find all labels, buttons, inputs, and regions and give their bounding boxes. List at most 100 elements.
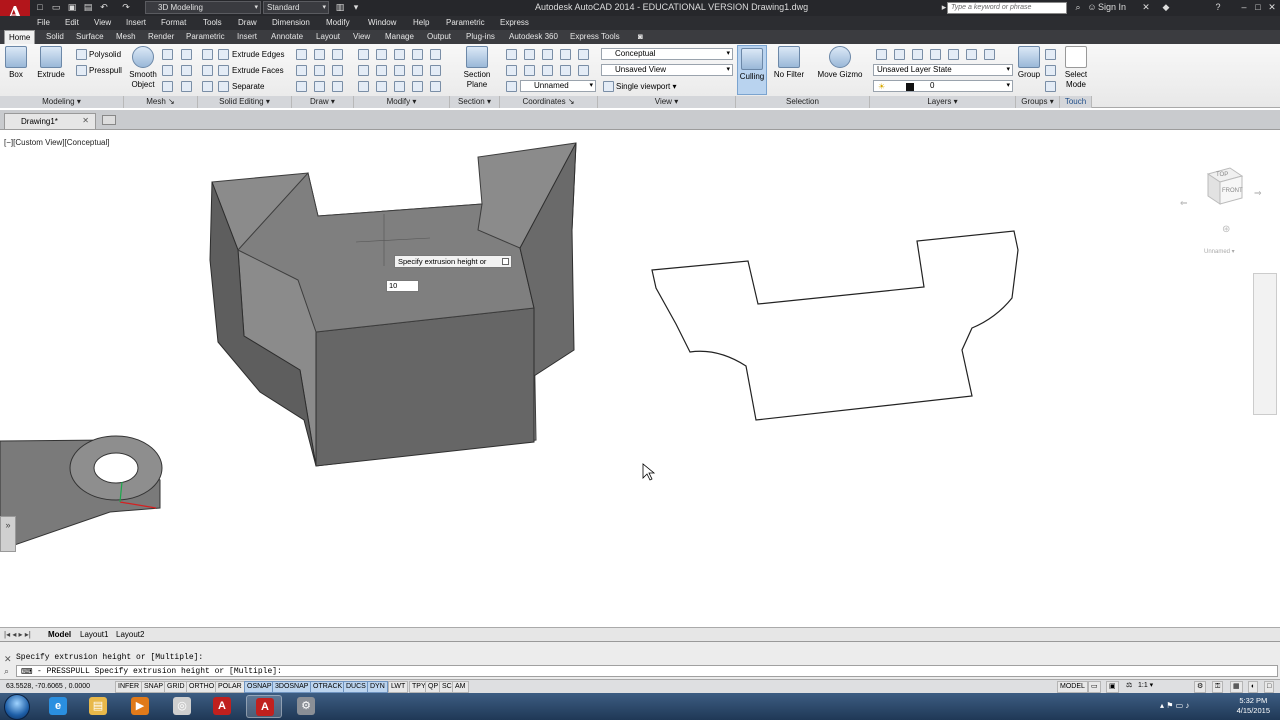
box-button[interactable]: Box <box>4 46 28 79</box>
ucs-y-icon[interactable] <box>578 49 589 60</box>
join-icon[interactable] <box>412 81 423 92</box>
rectangle-icon[interactable] <box>314 81 325 92</box>
move-gizmo-button[interactable]: Move Gizmo <box>816 46 864 79</box>
mesh-tool-icon[interactable] <box>162 65 173 76</box>
no-filter-button[interactable]: No Filter <box>772 46 806 79</box>
extrusion-height-input[interactable]: 10 <box>386 280 419 292</box>
tab-mesh[interactable]: Mesh <box>116 32 136 41</box>
status-toggle-3dosnap[interactable]: 3DOSNAP <box>272 681 312 693</box>
ucs-face-icon[interactable] <box>524 65 535 76</box>
menu-format[interactable]: Format <box>161 18 186 27</box>
layer-tool-icon[interactable] <box>966 49 977 60</box>
menu-express[interactable]: Express <box>500 18 529 27</box>
ucs-view-icon[interactable] <box>542 65 553 76</box>
modify-panel-title[interactable]: Modify ▾ <box>354 96 450 108</box>
tab-annotate[interactable]: Annotate <box>271 32 303 41</box>
tab-autodesk-360[interactable]: Autodesk 360 <box>509 32 558 41</box>
quick-access-more-icon[interactable]: ▾ <box>350 2 362 13</box>
maximize-icon[interactable]: □ <box>1252 2 1264 13</box>
selection-panel-title[interactable]: Selection <box>736 96 870 108</box>
status-toggle-otrack[interactable]: OTRACK <box>310 681 346 693</box>
compass-icon[interactable]: ⊛ <box>1222 224 1230 235</box>
hatch-icon[interactable] <box>296 81 307 92</box>
minimize-icon[interactable]: – <box>1238 2 1250 13</box>
tab-view[interactable]: View <box>353 32 370 41</box>
ucs-object-icon[interactable] <box>578 65 589 76</box>
menu-view[interactable]: View <box>94 18 111 27</box>
group-button[interactable]: Group <box>1016 46 1042 79</box>
section-panel-title[interactable]: Section ▾ <box>450 96 500 108</box>
command-customize-icon[interactable]: ⌕ <box>4 666 9 677</box>
user-icon[interactable]: ☺ <box>1086 2 1098 13</box>
tab-parametric[interactable]: Parametric <box>186 32 225 41</box>
tab-layout1[interactable]: Layout1 <box>80 630 108 639</box>
offset-icon[interactable] <box>358 81 369 92</box>
saveas-icon[interactable]: ▤ <box>82 2 94 13</box>
viewcube-rotate-icon[interactable]: ⇐ <box>1180 198 1188 209</box>
menu-dimension[interactable]: Dimension <box>272 18 310 27</box>
layout-viewport-icon[interactable]: ▭ <box>1088 681 1101 693</box>
taskbar-autocad-app[interactable]: ⚙ <box>288 695 324 718</box>
exchange-icon[interactable]: ✕ <box>1140 2 1152 13</box>
tab-model[interactable]: Model <box>48 630 71 639</box>
mirror-icon[interactable] <box>430 49 441 60</box>
break-icon[interactable] <box>430 81 441 92</box>
close-command-icon[interactable]: ✕ <box>4 654 12 665</box>
close-icon[interactable]: ✕ <box>1266 2 1278 13</box>
mesh-tool-icon[interactable] <box>181 65 192 76</box>
network-icon[interactable]: ◆ <box>1160 2 1172 13</box>
tab-solid[interactable]: Solid <box>46 32 64 41</box>
taskbar-autocad[interactable]: A <box>246 695 282 718</box>
drawing-viewport[interactable]: [−][Custom View][Conceptual] Specify ext… <box>0 130 1280 627</box>
taskbar-chrome[interactable]: ◎ <box>164 695 200 718</box>
status-toggle-lwt[interactable]: LWT <box>388 681 409 693</box>
presspull-button[interactable]: Presspull <box>89 66 122 75</box>
style-dropdown[interactable]: Standard ▾ <box>263 1 329 14</box>
tab-layout2[interactable]: Layout2 <box>116 630 144 639</box>
menu-draw[interactable]: Draw <box>238 18 257 27</box>
fillet-icon[interactable] <box>358 65 369 76</box>
ucs-z-icon[interactable] <box>560 65 571 76</box>
start-button[interactable] <box>4 694 30 720</box>
help-icon[interactable]: ? <box>1212 2 1224 13</box>
ucs-icon[interactable] <box>506 49 517 60</box>
polysolid-button[interactable]: Polysolid <box>89 50 121 59</box>
ucs-menu[interactable]: Unnamed ▾ <box>1204 248 1235 255</box>
group-tool-icon[interactable] <box>1045 65 1056 76</box>
status-toggle-infer[interactable]: INFER <box>115 681 142 693</box>
solid-edit-icon[interactable] <box>202 81 213 92</box>
visual-style-dropdown[interactable]: Conceptual ▾ <box>601 48 733 60</box>
menu-parametric[interactable]: Parametric <box>446 18 485 27</box>
rotate-icon[interactable] <box>376 49 387 60</box>
redo-icon[interactable]: ↷ <box>120 2 132 13</box>
extrude-faces-button[interactable]: Extrude Faces <box>232 66 284 75</box>
ucs-origin-icon[interactable] <box>524 49 535 60</box>
menu-help[interactable]: Help <box>413 18 429 27</box>
ucs-icon-toggle[interactable] <box>506 81 517 92</box>
save-icon[interactable]: ▣ <box>66 2 78 13</box>
touch-panel-title[interactable]: Touch <box>1060 96 1092 108</box>
polyline-icon[interactable] <box>314 49 325 60</box>
annotation-scale-icon[interactable]: ⚖ <box>1124 681 1134 693</box>
culling-button[interactable]: Culling <box>737 45 767 95</box>
tab-output[interactable]: Output <box>427 32 451 41</box>
menu-window[interactable]: Window <box>368 18 396 27</box>
prompt-options-icon[interactable] <box>502 258 509 265</box>
viewport-config-button[interactable]: Single viewport ▾ <box>616 82 677 91</box>
groups-panel-title[interactable]: Groups ▾ <box>1016 96 1060 108</box>
draw-panel-title[interactable]: Draw ▾ <box>292 96 354 108</box>
new-icon[interactable]: □ <box>34 2 46 13</box>
taskbar-acrobat[interactable]: A <box>204 695 240 718</box>
close-tab-icon[interactable]: ✕ <box>82 116 89 125</box>
viewcube[interactable]: TOP FRONT <box>1206 166 1244 206</box>
menu-insert[interactable]: Insert <box>126 18 146 27</box>
sign-in-link[interactable]: Sign In <box>1098 2 1128 13</box>
new-tab-icon[interactable] <box>102 115 116 125</box>
erase-icon[interactable] <box>394 81 405 92</box>
lock-icon[interactable]: ⚿ <box>1212 681 1224 693</box>
status-toggle-ortho[interactable]: ORTHO <box>186 681 218 693</box>
workspace-dropdown[interactable]: 3D Modeling ▾ <box>145 1 261 14</box>
workspace-switch-icon[interactable]: ⚙ <box>1194 681 1207 693</box>
status-toggle-polar[interactable]: POLAR <box>215 681 245 693</box>
layer-tool-icon[interactable] <box>930 49 941 60</box>
